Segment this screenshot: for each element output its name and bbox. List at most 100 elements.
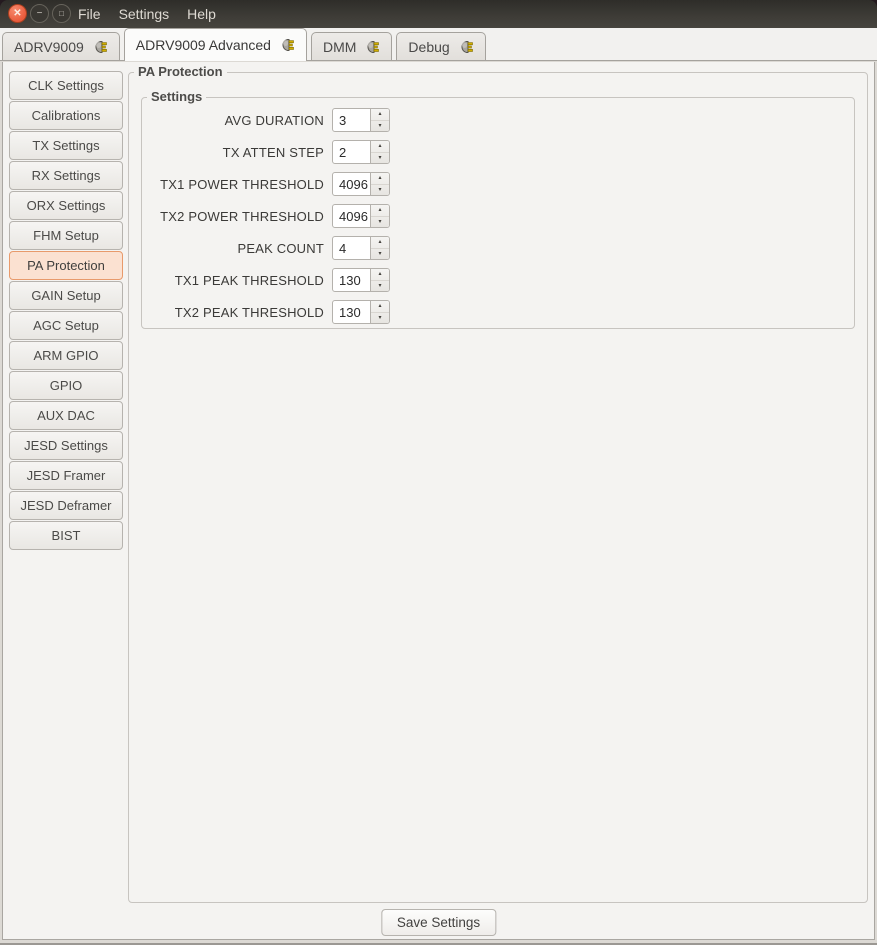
chevron-up-icon: ▴ bbox=[378, 175, 381, 181]
sidebar-item-jesd-settings[interactable]: JESD Settings bbox=[9, 431, 123, 460]
chevron-up-icon: ▴ bbox=[378, 143, 381, 149]
sidebar-item-aux-dac[interactable]: AUX DAC bbox=[9, 401, 123, 430]
minimize-button[interactable]: − bbox=[30, 4, 49, 23]
spin-down-button[interactable]: ▾ bbox=[371, 153, 389, 164]
spin-up-button[interactable]: ▴ bbox=[371, 237, 389, 249]
sidebar-item-fhm-setup[interactable]: FHM Setup bbox=[9, 221, 123, 250]
maximize-button[interactable]: □ bbox=[52, 4, 71, 23]
tab-page-content: CLK Settings Calibrations TX Settings RX… bbox=[2, 62, 875, 940]
peak-count-input[interactable] bbox=[333, 237, 370, 259]
tab-dmm[interactable]: DMM bbox=[311, 32, 392, 60]
spin-stepper: ▴ ▾ bbox=[370, 269, 389, 291]
field-row: TX ATTEN STEP ▴ ▾ bbox=[142, 140, 854, 164]
chevron-up-icon: ▴ bbox=[378, 207, 381, 213]
tab-debug[interactable]: Debug bbox=[396, 32, 485, 60]
menu-file[interactable]: File bbox=[78, 0, 110, 28]
plug-icon bbox=[457, 40, 474, 54]
chevron-down-icon: ▾ bbox=[378, 187, 381, 193]
spin-stepper: ▴ ▾ bbox=[370, 237, 389, 259]
tab-adrv9009-advanced[interactable]: ADRV9009 Advanced bbox=[124, 28, 307, 61]
spin-up-button[interactable]: ▴ bbox=[371, 205, 389, 217]
groupbox-title: PA Protection bbox=[134, 64, 227, 79]
titlebar: ✕ − □ File Settings Help bbox=[0, 0, 877, 28]
field-label: AVG DURATION bbox=[142, 113, 324, 128]
sidebar-item-clk-settings[interactable]: CLK Settings bbox=[9, 71, 123, 100]
field-label: TX2 PEAK THRESHOLD bbox=[142, 305, 324, 320]
plug-icon bbox=[363, 40, 380, 54]
spin-stepper: ▴ ▾ bbox=[370, 173, 389, 195]
tx2-power-threshold-input[interactable] bbox=[333, 205, 370, 227]
sidebar-item-gpio[interactable]: GPIO bbox=[9, 371, 123, 400]
sidebar-item-arm-gpio[interactable]: ARM GPIO bbox=[9, 341, 123, 370]
spin-up-button[interactable]: ▴ bbox=[371, 109, 389, 121]
spin-up-button[interactable]: ▴ bbox=[371, 141, 389, 153]
sidebar-item-jesd-deframer[interactable]: JESD Deframer bbox=[9, 491, 123, 520]
spin-stepper: ▴ ▾ bbox=[370, 109, 389, 131]
tab-label: ADRV9009 Advanced bbox=[136, 37, 271, 53]
menubar: File Settings Help bbox=[78, 0, 225, 28]
chevron-down-icon: ▾ bbox=[378, 315, 381, 321]
spin-up-button[interactable]: ▴ bbox=[371, 173, 389, 185]
chevron-down-icon: ▾ bbox=[378, 251, 381, 257]
sidebar-item-orx-settings[interactable]: ORX Settings bbox=[9, 191, 123, 220]
groupbox-title: Settings bbox=[147, 89, 206, 104]
field-row: TX1 PEAK THRESHOLD ▴ ▾ bbox=[142, 268, 854, 292]
sidebar-item-bist[interactable]: BIST bbox=[9, 521, 123, 550]
tx1-peak-threshold-input[interactable] bbox=[333, 269, 370, 291]
sidebar-item-gain-setup[interactable]: GAIN Setup bbox=[9, 281, 123, 310]
chevron-up-icon: ▴ bbox=[378, 271, 381, 277]
tx2-peak-threshold-input[interactable] bbox=[333, 301, 370, 323]
chevron-down-icon: ▾ bbox=[378, 283, 381, 289]
spin-down-button[interactable]: ▾ bbox=[371, 281, 389, 292]
spin-down-button[interactable]: ▾ bbox=[371, 121, 389, 132]
spin-down-button[interactable]: ▾ bbox=[371, 217, 389, 228]
tab-bar: ADRV9009 ADRV9009 Advanced DMM Debug bbox=[0, 28, 877, 61]
spin-stepper: ▴ ▾ bbox=[370, 205, 389, 227]
sidebar-item-tx-settings[interactable]: TX Settings bbox=[9, 131, 123, 160]
spin-down-button[interactable]: ▾ bbox=[371, 313, 389, 324]
field-label: TX ATTEN STEP bbox=[142, 145, 324, 160]
chevron-down-icon: ▾ bbox=[378, 123, 381, 129]
sidebar-item-jesd-framer[interactable]: JESD Framer bbox=[9, 461, 123, 490]
chevron-down-icon: ▾ bbox=[378, 219, 381, 225]
close-button[interactable]: ✕ bbox=[8, 4, 27, 23]
sidebar-item-pa-protection[interactable]: PA Protection bbox=[9, 251, 123, 280]
sidebar-item-rx-settings[interactable]: RX Settings bbox=[9, 161, 123, 190]
spin-down-button[interactable]: ▾ bbox=[371, 185, 389, 196]
settings-fields: AVG DURATION ▴ ▾ TX ATTEN STEP bbox=[142, 108, 854, 324]
tx2-power-threshold-spinbox: ▴ ▾ bbox=[332, 204, 390, 228]
pa-protection-groupbox: PA Protection Settings AVG DURATION ▴ ▾ bbox=[128, 72, 868, 903]
tab-label: DMM bbox=[323, 39, 356, 55]
spin-up-button[interactable]: ▴ bbox=[371, 301, 389, 313]
tx1-peak-threshold-spinbox: ▴ ▾ bbox=[332, 268, 390, 292]
tab-label: Debug bbox=[408, 39, 449, 55]
sidebar-item-calibrations[interactable]: Calibrations bbox=[9, 101, 123, 130]
spin-down-button[interactable]: ▾ bbox=[371, 249, 389, 260]
plug-icon bbox=[278, 38, 295, 52]
avg-duration-input[interactable] bbox=[333, 109, 370, 131]
spin-up-button[interactable]: ▴ bbox=[371, 269, 389, 281]
tx1-power-threshold-spinbox: ▴ ▾ bbox=[332, 172, 390, 196]
peak-count-spinbox: ▴ ▾ bbox=[332, 236, 390, 260]
sidebar-item-agc-setup[interactable]: AGC Setup bbox=[9, 311, 123, 340]
spin-stepper: ▴ ▾ bbox=[370, 141, 389, 163]
field-label: TX2 POWER THRESHOLD bbox=[142, 209, 324, 224]
tab-adrv9009[interactable]: ADRV9009 bbox=[2, 32, 120, 60]
chevron-up-icon: ▴ bbox=[378, 239, 381, 245]
menu-help[interactable]: Help bbox=[178, 0, 225, 28]
maximize-icon: □ bbox=[59, 10, 64, 18]
app-window: ✕ − □ File Settings Help ADRV9009 ADRV90… bbox=[0, 0, 877, 945]
chevron-down-icon: ▾ bbox=[378, 155, 381, 161]
field-label: PEAK COUNT bbox=[142, 241, 324, 256]
plug-icon bbox=[91, 40, 108, 54]
avg-duration-spinbox: ▴ ▾ bbox=[332, 108, 390, 132]
field-label: TX1 PEAK THRESHOLD bbox=[142, 273, 324, 288]
save-settings-button[interactable]: Save Settings bbox=[381, 909, 496, 936]
field-row: TX2 PEAK THRESHOLD ▴ ▾ bbox=[142, 300, 854, 324]
field-row: AVG DURATION ▴ ▾ bbox=[142, 108, 854, 132]
tx-atten-step-input[interactable] bbox=[333, 141, 370, 163]
tx1-power-threshold-input[interactable] bbox=[333, 173, 370, 195]
minimize-icon: − bbox=[37, 9, 43, 19]
menu-settings[interactable]: Settings bbox=[110, 0, 179, 28]
close-icon: ✕ bbox=[13, 9, 21, 19]
